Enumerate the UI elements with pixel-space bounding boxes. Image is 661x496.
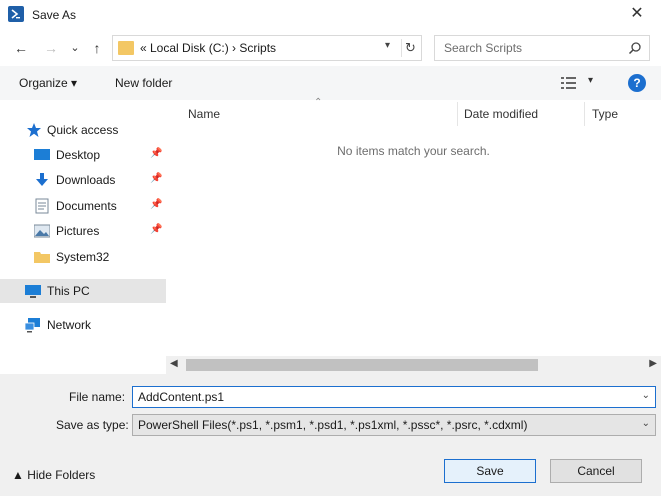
file-name-input[interactable]: AddContent.ps1 — [138, 390, 224, 404]
powershell-icon — [8, 6, 24, 22]
search-input[interactable]: Search Scripts — [444, 41, 522, 55]
view-options-icon[interactable] — [560, 75, 578, 91]
column-divider[interactable] — [457, 102, 458, 126]
pin-icon: 📌 — [150, 173, 163, 184]
scroll-right-icon[interactable]: ▶ — [649, 358, 657, 369]
chevron-down-icon[interactable]: ⌄ — [642, 418, 650, 429]
sidebar-item-system32[interactable]: System32 — [0, 245, 166, 269]
picture-icon — [34, 224, 50, 238]
sidebar-item-desktop[interactable]: Desktop 📌 — [0, 143, 166, 167]
help-icon[interactable]: ? — [628, 74, 646, 92]
hide-folders-button[interactable]: ▲ Hide Folders — [12, 468, 95, 482]
save-as-type-dropdown[interactable]: PowerShell Files(*.ps1, *.psm1, *.psd1, … — [132, 414, 656, 436]
column-header-type[interactable]: Type — [592, 107, 618, 121]
title-bar: Save As ✕ — [0, 0, 661, 30]
document-icon — [35, 198, 49, 214]
refresh-button[interactable]: ↻ — [401, 39, 419, 57]
close-button[interactable]: ✕ — [627, 4, 647, 24]
computer-icon — [25, 285, 41, 298]
column-divider[interactable] — [584, 102, 585, 126]
folder-icon — [34, 252, 50, 263]
pin-icon: 📌 — [150, 224, 163, 235]
sidebar-item-network[interactable]: Network — [0, 313, 166, 337]
save-button[interactable]: Save — [444, 459, 536, 483]
save-as-type-label: Save as type: — [56, 418, 129, 432]
address-bar[interactable]: « Local Disk (C:) › Scripts ▾ ↻ — [112, 35, 422, 61]
star-icon — [27, 123, 41, 137]
save-as-type-value: PowerShell Files(*.ps1, *.psm1, *.psd1, … — [138, 418, 528, 432]
folder-icon — [118, 41, 134, 55]
sidebar-item-this-pc[interactable]: This PC — [0, 279, 166, 303]
column-header-name[interactable]: Name — [188, 107, 220, 121]
cancel-button[interactable]: Cancel — [550, 459, 642, 483]
column-header-date-modified[interactable]: Date modified — [464, 107, 538, 121]
sidebar-item-quick-access[interactable]: Quick access — [0, 118, 166, 142]
forward-button[interactable]: → — [42, 40, 60, 56]
empty-state-message: No items match your search. — [337, 144, 490, 158]
sidebar-item-pictures[interactable]: Pictures 📌 — [0, 219, 166, 243]
sidebar-item-downloads[interactable]: Downloads 📌 — [0, 168, 166, 192]
chevron-down-icon[interactable]: ⌄ — [642, 390, 650, 401]
scroll-left-icon[interactable]: ◀ — [170, 358, 178, 369]
file-list[interactable]: ⌃ Name Date modified Type No items match… — [166, 97, 661, 374]
network-icon — [25, 318, 40, 333]
new-folder-button[interactable]: New folder — [115, 76, 172, 90]
organize-button[interactable]: Organize ▾ — [19, 76, 77, 90]
chevron-down-icon[interactable]: ▾ — [588, 75, 593, 86]
up-button[interactable]: ↑ — [88, 40, 106, 56]
chevron-down-icon[interactable]: ▾ — [385, 40, 397, 51]
navigation-pane: Quick access Desktop 📌 Downloads 📌 Docum… — [0, 100, 166, 374]
search-box[interactable]: Search Scripts — [434, 35, 650, 61]
download-icon — [36, 173, 48, 186]
scrollbar-thumb[interactable] — [186, 359, 538, 371]
file-name-field[interactable]: AddContent.ps1 ⌄ — [132, 386, 656, 408]
sidebar-item-documents[interactable]: Documents 📌 — [0, 194, 166, 218]
desktop-icon — [34, 149, 50, 160]
address-path[interactable]: « Local Disk (C:) › Scripts — [140, 41, 276, 55]
pin-icon: 📌 — [150, 199, 163, 210]
sort-ascending-icon: ⌃ — [314, 97, 323, 108]
search-icon[interactable] — [628, 41, 642, 55]
horizontal-scrollbar[interactable]: ◀ ▶ — [166, 356, 661, 374]
recent-locations-button[interactable]: ⌄ — [66, 40, 84, 56]
back-button[interactable]: ← — [12, 40, 30, 56]
file-name-label: File name: — [69, 390, 126, 404]
pin-icon: 📌 — [150, 148, 163, 159]
command-bar: Organize ▾ New folder ▾ — [0, 66, 661, 100]
window-title: Save As — [32, 8, 77, 22]
